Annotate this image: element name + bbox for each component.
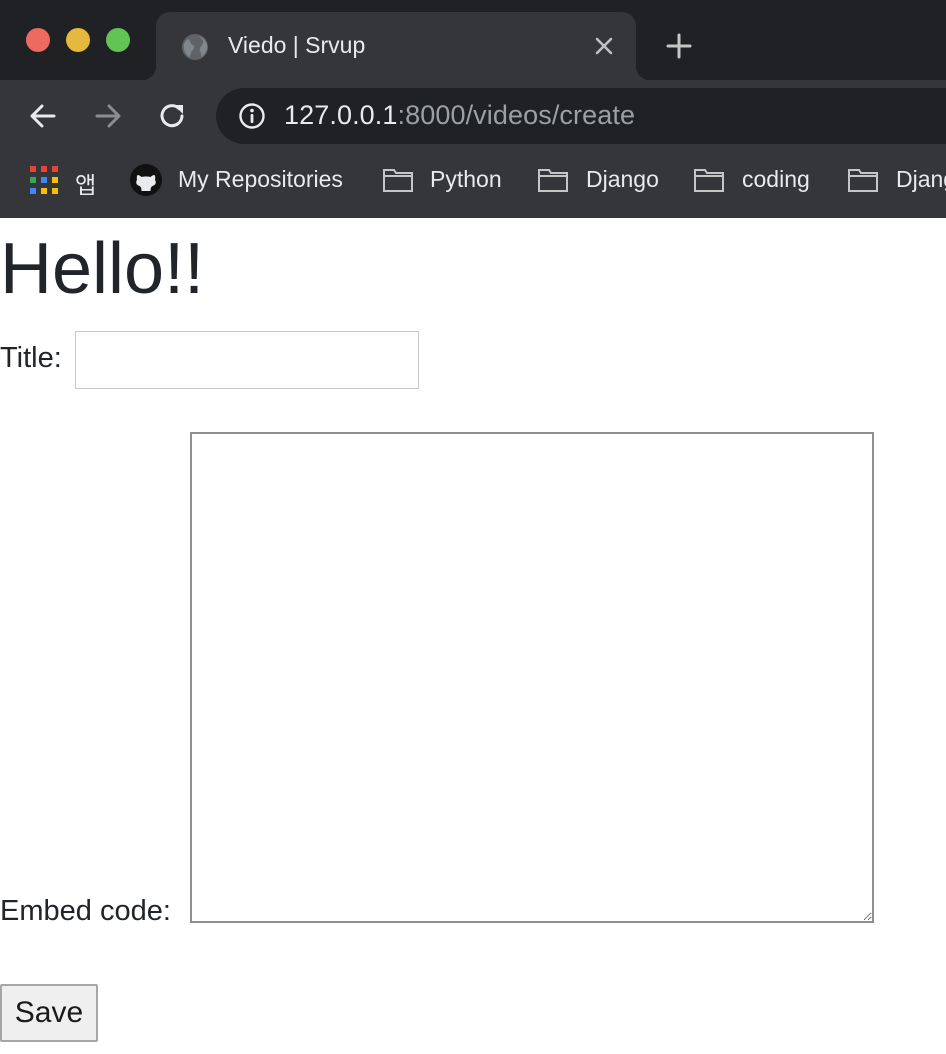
- bookmark-label: Django: [586, 166, 659, 192]
- apps-grid-icon: [30, 166, 58, 194]
- embed-code-label: Embed code:: [0, 895, 171, 927]
- url-path: :8000/videos/create: [397, 100, 636, 130]
- bookmark-folder-django[interactable]: Django: [531, 158, 671, 202]
- folder-icon: [694, 169, 724, 192]
- page-content: Hello!! Title: Embed code: Save: [0, 218, 946, 1054]
- bookmark-label: 앱: [75, 172, 97, 198]
- tab-title: Viedo | Srvup: [228, 32, 366, 58]
- url-host: 127.0.0.1: [284, 100, 398, 130]
- window-minimize-button[interactable]: [66, 28, 90, 52]
- back-arrow-icon[interactable]: [27, 100, 59, 132]
- bookmark-label: Django: [896, 166, 946, 192]
- page-heading: Hello!!: [0, 229, 205, 309]
- forward-arrow-icon[interactable]: [92, 100, 124, 132]
- bookmark-label: coding: [742, 166, 810, 192]
- window-close-button[interactable]: [26, 28, 50, 52]
- browser-tab[interactable]: Viedo | Srvup: [142, 12, 650, 80]
- bookmark-my-repositories[interactable]: My Repositories: [120, 158, 360, 202]
- title-label: Title:: [0, 342, 62, 374]
- browser-chrome: Viedo | Srvup 127.0.0.1:8000/videos/crea…: [0, 0, 946, 218]
- bookmark-folder-coding[interactable]: coding: [687, 158, 827, 202]
- bookmark-apps[interactable]: 앱: [0, 158, 110, 202]
- bookmark-label: My Repositories: [178, 166, 343, 192]
- title-input[interactable]: [75, 331, 419, 389]
- globe-icon: [182, 34, 208, 60]
- tab-strip: Viedo | Srvup: [0, 0, 946, 80]
- info-icon[interactable]: [238, 102, 266, 130]
- folder-icon: [538, 169, 568, 192]
- bookmarks-bar: 앱 My Repositories Python Django coding D…: [0, 158, 946, 202]
- new-tab-plus-icon[interactable]: [664, 31, 694, 61]
- bookmark-folder-django-2[interactable]: Django: [841, 158, 946, 202]
- address-bar[interactable]: 127.0.0.1:8000/videos/create: [216, 88, 946, 144]
- embed-code-textarea[interactable]: [190, 432, 874, 923]
- github-icon: [130, 164, 162, 196]
- folder-icon: [848, 169, 878, 192]
- close-icon[interactable]: [590, 32, 618, 60]
- reload-icon[interactable]: [157, 100, 189, 132]
- save-button[interactable]: Save: [0, 984, 98, 1042]
- bookmark-folder-python[interactable]: Python: [376, 158, 516, 202]
- url-text[interactable]: 127.0.0.1:8000/videos/create: [284, 100, 635, 131]
- window-maximize-button[interactable]: [106, 28, 130, 52]
- folder-icon: [383, 169, 413, 192]
- bookmark-label: Python: [430, 166, 502, 192]
